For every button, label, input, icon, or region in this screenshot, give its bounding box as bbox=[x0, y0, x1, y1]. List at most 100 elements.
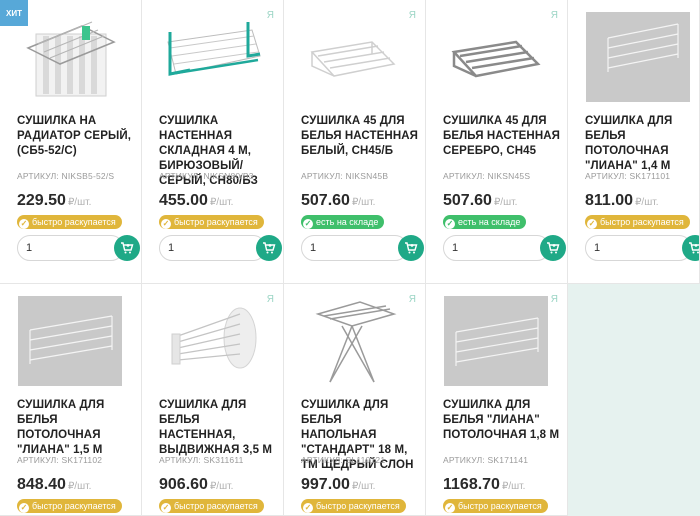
cart-icon bbox=[689, 242, 699, 254]
corner-mark: Я bbox=[266, 294, 274, 305]
price-value: 507.60 bbox=[443, 192, 492, 209]
product-price: 811.00 ₽/шт. bbox=[585, 192, 658, 210]
cart-icon bbox=[547, 242, 560, 254]
check-icon: ✓ bbox=[445, 219, 455, 229]
product-card[interactable]: СУШИЛКА ДЛЯ БЕЛЬЯ ПОТОЛОЧНАЯ "ЛИАНА" 1,5… bbox=[0, 284, 142, 516]
badge-label: быстро раскупается bbox=[600, 217, 684, 227]
badge-label: быстро раскупается bbox=[174, 501, 258, 511]
ceiling-dryer-image[interactable] bbox=[586, 12, 690, 102]
product-title[interactable]: СУШИЛКА ДЛЯ БЕЛЬЯ ПОТОЛОЧНАЯ "ЛИАНА" 1,4… bbox=[585, 114, 699, 174]
badge-label: быстро раскупается bbox=[458, 501, 542, 511]
price-unit: ₽/шт. bbox=[67, 481, 92, 492]
corner-mark: Я bbox=[550, 294, 558, 305]
product-card[interactable]: Я СУШИЛКА 45 ДЛЯ БЕЛЬЯ НАСТЕННАЯ БЕЛЫЙ, … bbox=[284, 0, 426, 284]
availability-badge: ✓ быстро раскупается bbox=[17, 215, 122, 229]
check-icon: ✓ bbox=[303, 503, 313, 513]
product-price: 848.40 ₽/шт. bbox=[17, 476, 91, 494]
add-to-cart-button[interactable] bbox=[256, 235, 282, 261]
product-sku: АРТИКУЛ: SK171102 bbox=[17, 455, 103, 465]
availability-badge: ✓ быстро раскупается bbox=[17, 499, 122, 513]
product-title[interactable]: СУШИЛКА ДЛЯ БЕЛЬЯ "ЛИАНА" ПОТОЛОЧНАЯ 1,8… bbox=[443, 398, 561, 443]
quantity-input[interactable]: 1 bbox=[17, 235, 124, 261]
corner-mark: Я bbox=[408, 10, 416, 21]
product-card[interactable]: Я СУШИЛКА 45 ДЛЯ БЕЛЬЯ НАСТЕННАЯ СЕРЕБРО… bbox=[426, 0, 568, 284]
wall-dryer-silver-image[interactable] bbox=[444, 12, 548, 102]
product-card[interactable]: хит СУШИЛКА НА РАДИАТОР СЕРЫЙ, (СБ5-52/С… bbox=[0, 0, 142, 284]
price-unit: ₽/шт. bbox=[635, 197, 659, 208]
corner-mark: Я bbox=[266, 10, 274, 21]
availability-badge: ✓ быстро раскупается bbox=[159, 499, 264, 513]
add-to-cart-button[interactable] bbox=[540, 235, 566, 261]
product-title[interactable]: СУШИЛКА ДЛЯ БЕЛЬЯ НАСТЕННАЯ, ВЫДВИЖНАЯ 3… bbox=[159, 398, 277, 458]
empty-grid-cell bbox=[568, 284, 700, 516]
quantity-input[interactable]: 1 bbox=[585, 235, 692, 261]
availability-badge: ✓ есть на складе bbox=[301, 215, 385, 229]
product-card[interactable]: Я СУШИЛКА ДЛЯ БЕЛЬЯ "ЛИАНА" ПОТОЛОЧНАЯ 1… bbox=[426, 284, 568, 516]
product-sku: АРТИКУЛ: SK171101 bbox=[585, 171, 671, 181]
product-title[interactable]: СУШИЛКА 45 ДЛЯ БЕЛЬЯ НАСТЕННАЯ СЕРЕБРО, … bbox=[443, 114, 561, 159]
price-unit: ₽/шт. bbox=[493, 197, 518, 208]
badge-label: есть на складе bbox=[458, 217, 521, 227]
badge-label: быстро раскупается bbox=[32, 501, 116, 511]
ceiling-dryer-image[interactable] bbox=[18, 296, 122, 386]
product-title[interactable]: СУШИЛКА ДЛЯ БЕЛЬЯ ПОТОЛОЧНАЯ "ЛИАНА" 1,5… bbox=[17, 398, 135, 458]
product-sku: АРТИКУЛ: SL110121 bbox=[301, 455, 386, 465]
price-unit: ₽/шт. bbox=[501, 481, 526, 492]
check-icon: ✓ bbox=[19, 219, 29, 229]
badge-label: быстро раскупается bbox=[32, 217, 116, 227]
product-price: 906.60 ₽/шт. bbox=[159, 476, 233, 494]
price-value: 811.00 bbox=[585, 192, 634, 209]
retractable-dryer-image[interactable] bbox=[160, 296, 264, 386]
add-to-cart-button[interactable] bbox=[398, 235, 424, 261]
price-value: 229.50 bbox=[17, 192, 66, 209]
price-value: 997.00 bbox=[301, 476, 350, 493]
corner-mark: Я bbox=[408, 294, 416, 305]
ceiling-dryer-image[interactable] bbox=[444, 296, 548, 386]
quantity-input[interactable]: 1 bbox=[301, 235, 408, 261]
check-icon: ✓ bbox=[303, 219, 313, 229]
badge-label: быстро раскупается bbox=[174, 217, 258, 227]
product-price: 1168.70 ₽/шт. bbox=[443, 476, 525, 494]
price-value: 507.60 bbox=[301, 192, 350, 209]
product-price: 507.60 ₽/шт. bbox=[301, 192, 375, 210]
cart-icon bbox=[263, 242, 276, 254]
product-card[interactable]: Я СУШИЛКА ДЛЯ БЕЛЬЯ НАПОЛЬНАЯ "СТАНДАРТ"… bbox=[284, 284, 426, 516]
corner-mark: Я bbox=[550, 10, 558, 21]
wall-dryer-teal-image[interactable] bbox=[160, 12, 264, 102]
floor-dryer-image[interactable] bbox=[302, 296, 406, 386]
availability-badge: ✓ быстро раскупается bbox=[159, 215, 264, 229]
price-value: 1168.70 bbox=[443, 476, 500, 493]
product-card[interactable]: Я СУШИЛКА НАСТЕННАЯ СКЛАДНАЯ 4 М, БИРЮЗО… bbox=[142, 0, 284, 284]
product-price: 229.50 ₽/шт. bbox=[17, 192, 91, 210]
product-sku: АРТИКУЛ: SK311611 bbox=[159, 455, 244, 465]
badge-label: есть на складе bbox=[316, 217, 379, 227]
product-sku: АРТИКУЛ: NIKSB5-52/S bbox=[17, 171, 115, 181]
product-price: 455.00 ₽/шт. bbox=[159, 192, 233, 210]
price-value: 848.40 bbox=[17, 476, 66, 493]
price-value: 455.00 bbox=[159, 192, 208, 209]
quantity-input[interactable]: 1 bbox=[159, 235, 266, 261]
price-unit: ₽/шт. bbox=[67, 197, 92, 208]
wall-dryer-white-image[interactable] bbox=[302, 12, 406, 102]
price-unit: ₽/шт. bbox=[209, 197, 234, 208]
product-card[interactable]: Я СУШИЛКА ДЛЯ БЕЛЬЯ НАСТЕННАЯ, ВЫДВИЖНАЯ… bbox=[142, 284, 284, 516]
product-sku: АРТИКУЛ: SK171141 bbox=[443, 455, 529, 465]
availability-badge: ✓ быстро раскупается bbox=[585, 215, 690, 229]
product-price: 997.00 ₽/шт. bbox=[301, 476, 375, 494]
product-title[interactable]: СУШИЛКА НА РАДИАТОР СЕРЫЙ, (СБ5-52/С) bbox=[17, 114, 135, 159]
product-card[interactable]: СУШИЛКА ДЛЯ БЕЛЬЯ ПОТОЛОЧНАЯ "ЛИАНА" 1,4… bbox=[568, 0, 700, 284]
product-title[interactable]: СУШИЛКА 45 ДЛЯ БЕЛЬЯ НАСТЕННАЯ БЕЛЫЙ, СН… bbox=[301, 114, 419, 159]
check-icon: ✓ bbox=[161, 219, 171, 229]
quantity-input[interactable]: 1 bbox=[443, 235, 550, 261]
product-sku: АРТИКУЛ: NIKSN80/B3 bbox=[159, 171, 254, 181]
add-to-cart-button[interactable] bbox=[114, 235, 140, 261]
check-icon: ✓ bbox=[161, 503, 171, 513]
price-unit: ₽/шт. bbox=[209, 481, 234, 492]
badge-label: быстро раскупается bbox=[316, 501, 400, 511]
availability-badge: ✓ быстро раскупается bbox=[301, 499, 406, 513]
check-icon: ✓ bbox=[445, 503, 455, 513]
cart-icon bbox=[405, 242, 418, 254]
product-price: 507.60 ₽/шт. bbox=[443, 192, 517, 210]
radiator-dryer-image[interactable] bbox=[18, 12, 122, 102]
product-grid: хит СУШИЛКА НА РАДИАТОР СЕРЫЙ, (СБ5-52/С… bbox=[0, 0, 700, 516]
